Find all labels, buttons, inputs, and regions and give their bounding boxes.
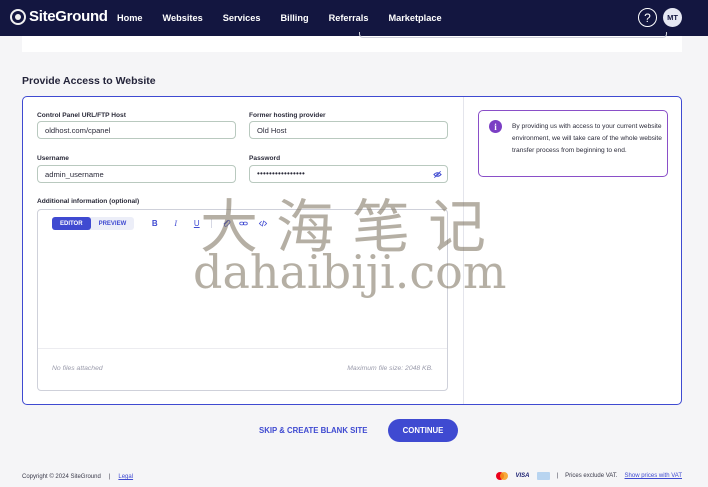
vat-text: Prices exclude VAT. (565, 473, 618, 479)
legal-link[interactable]: Legal (118, 474, 133, 480)
footer-right: VISA | Prices exclude VAT. Show prices w… (496, 472, 682, 480)
nav-marketplace[interactable]: Marketplace (388, 13, 441, 23)
cpanel-url-input[interactable] (37, 121, 236, 139)
logo-icon (10, 8, 26, 25)
password-mask: •••••••••••••••• (257, 169, 306, 178)
password-input[interactable]: •••••••••••••••• (249, 165, 448, 183)
section-title: Provide Access to Website (22, 75, 156, 87)
tab-editor[interactable]: EDITOR (52, 217, 91, 230)
additional-info-label: Additional information (optional) (37, 198, 140, 205)
toolbar-divider (211, 219, 213, 228)
tab-preview[interactable]: PREVIEW (91, 217, 135, 230)
card-divider (463, 97, 464, 404)
amex-icon (536, 472, 550, 480)
provider-label: Former hosting provider (249, 112, 326, 119)
editor-toolbar: EDITOR PREVIEW B I U (52, 217, 268, 230)
nav-websites[interactable]: Websites (163, 13, 203, 23)
help-icon[interactable]: ? (638, 8, 657, 27)
attachment-icon[interactable] (222, 219, 231, 228)
avatar[interactable]: MT (663, 8, 682, 27)
nav-links: Home Websites Services Billing Referrals… (117, 0, 442, 36)
show-vat-prices-link[interactable]: Show prices with VAT (625, 473, 682, 479)
editor-mode-toggle: EDITOR PREVIEW (52, 217, 135, 230)
username-input[interactable] (37, 165, 236, 183)
footer-separator: | (108, 474, 111, 480)
max-file-size-text: Maximum file size: 2048 KB. (347, 365, 433, 372)
siteground-logo[interactable]: SiteGround (10, 8, 108, 25)
access-form-card: Control Panel URL/FTP Host Former hostin… (22, 96, 682, 405)
footer-left: Copyright © 2024 SiteGround | Legal (22, 474, 133, 480)
copyright-text: Copyright © 2024 SiteGround (22, 474, 101, 480)
top-navbar: SiteGround Home Websites Services Billin… (0, 0, 708, 36)
nav-services[interactable]: Services (223, 13, 261, 23)
bold-icon[interactable]: B (150, 219, 159, 228)
nav-billing[interactable]: Billing (281, 13, 309, 23)
footer-separator-right: | (556, 473, 559, 479)
visa-icon: VISA (515, 473, 530, 479)
rich-text-editor[interactable]: EDITOR PREVIEW B I U No files attached M… (37, 209, 448, 391)
mastercard-icon (496, 472, 509, 480)
italic-icon[interactable]: I (171, 219, 180, 228)
info-icon: i (489, 120, 502, 133)
info-notice: i By providing us with access to your cu… (478, 110, 668, 177)
previous-field-remnant (359, 32, 667, 38)
nav-referrals[interactable]: Referrals (329, 13, 369, 23)
code-icon[interactable] (258, 219, 268, 228)
previous-section-card (22, 32, 682, 52)
no-files-text: No files attached (52, 365, 103, 372)
editor-attachments-bar: No files attached Maximum file size: 204… (38, 348, 447, 390)
underline-icon[interactable]: U (192, 219, 201, 228)
cpanel-label: Control Panel URL/FTP Host (37, 112, 126, 119)
username-label: Username (37, 155, 69, 162)
link-icon[interactable] (239, 219, 248, 228)
password-label: Password (249, 155, 281, 162)
continue-button[interactable]: CONTINUE (388, 419, 458, 442)
info-text: By providing us with access to your curr… (512, 123, 662, 155)
skip-create-blank-site-button[interactable]: SKIP & CREATE BLANK SITE (259, 426, 367, 435)
toggle-visibility-icon[interactable] (433, 170, 442, 179)
nav-home[interactable]: Home (117, 13, 143, 23)
logo-text: SiteGround (29, 8, 108, 25)
hosting-provider-input[interactable] (249, 121, 448, 139)
